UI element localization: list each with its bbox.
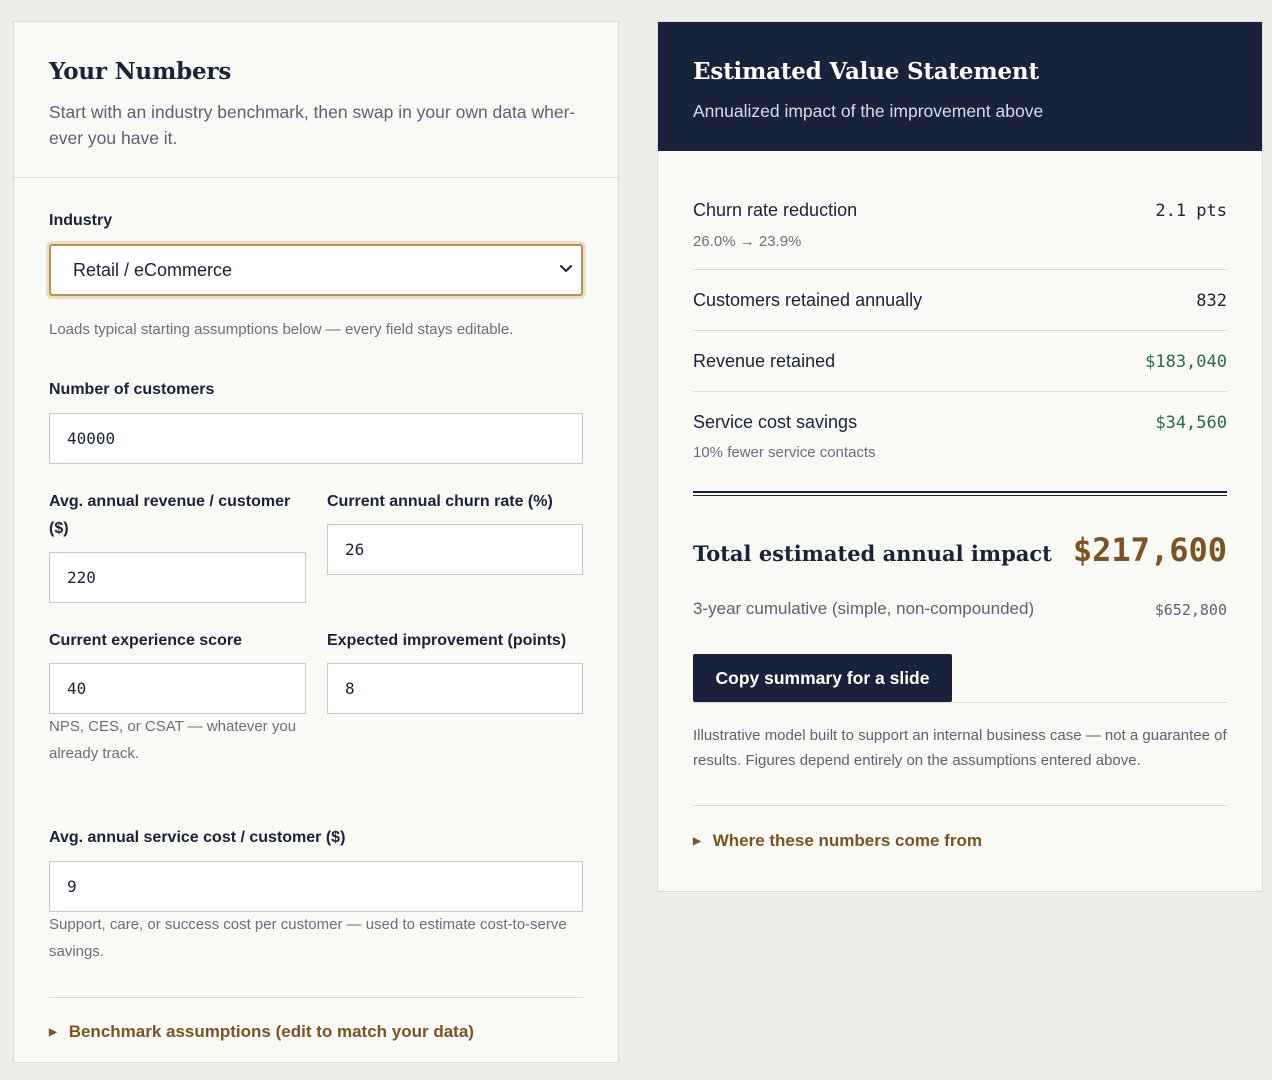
industry-help: Loads typical starting assumptions below…	[49, 321, 514, 338]
cumulative-label: 3-year cumulative (simple, non-compounde…	[693, 599, 1035, 618]
service-cost-help: Support, care, or success cost per custo…	[49, 916, 567, 960]
churn-input[interactable]: 26	[327, 524, 583, 575]
service-cost-input[interactable]: 9	[49, 861, 583, 912]
inputs-panel: Your Numbers Start with an industry benc…	[13, 21, 619, 1063]
button-divider	[693, 702, 1227, 703]
experience-help: NPS, CES, or CSAT — whatever you already…	[49, 718, 297, 762]
revenue-retained-value: $183,040	[1145, 352, 1227, 372]
industry-select[interactable]: Retail / eCommerce	[49, 244, 583, 296]
total-impact-label: Total estimated annual impact	[693, 541, 1052, 566]
service-savings-value: $34,560	[1155, 413, 1227, 433]
triangle-right-icon: ▶	[693, 835, 701, 847]
value-statement-panel: Estimated Value Statement Annualized imp…	[657, 21, 1263, 892]
inputs-divider	[49, 997, 583, 998]
value-statement-header: Estimated Value Statement Annualized imp…	[658, 22, 1262, 151]
churn-reduction-detail: 26.0% → 23.9%	[693, 233, 802, 250]
industry-label: Industry	[49, 212, 113, 229]
row-divider	[693, 391, 1227, 392]
customers-retained-value: 832	[1196, 291, 1227, 311]
industry-select-value: Retail / eCommerce	[73, 259, 233, 280]
sources-toggle-label: Where these numbers come from	[712, 831, 982, 850]
churn-reduction-label: Churn rate reduction	[693, 200, 858, 220]
inputs-subtitle: Start with an industry benchmark, then s…	[49, 102, 576, 148]
churn-reduction-value: 2.1 pts	[1155, 201, 1227, 221]
value-statement-title: Estimated Value Statement	[693, 58, 1039, 85]
row-divider	[693, 330, 1227, 331]
row-divider	[693, 269, 1227, 270]
customers-retained-label: Customers retained annually	[693, 290, 923, 310]
copy-summary-button[interactable]: Copy summary for a slide	[693, 654, 952, 702]
benchmark-assumptions-label: Benchmark assumptions (edit to match you…	[68, 1022, 474, 1041]
chevron-down-icon	[560, 265, 572, 272]
improvement-input[interactable]: 8	[327, 663, 583, 714]
customers-label: Number of customers	[49, 381, 215, 398]
revenue-input[interactable]: 220	[49, 552, 306, 603]
inputs-header: Your Numbers Start with an industry benc…	[14, 22, 618, 178]
churn-label: Current annual churn rate (%)	[327, 493, 553, 510]
improvement-label: Expected improvement (points)	[327, 632, 567, 649]
disclaimer-text: Illustrative model built to support an i…	[693, 727, 1227, 769]
service-savings-label: Service cost savings	[693, 412, 858, 432]
total-impact-value: $217,600	[1072, 531, 1227, 569]
service-savings-detail: 10% fewer service contacts	[693, 444, 876, 461]
service-cost-label: Avg. annual service cost / customer ($)	[49, 829, 346, 846]
inputs-title: Your Numbers	[49, 58, 232, 85]
cumulative-value: $652,800	[1154, 601, 1227, 619]
experience-label: Current experience score	[49, 632, 242, 649]
benchmark-assumptions-toggle[interactable]: ▶ Benchmark assumptions (edit to match y…	[49, 1022, 474, 1042]
customers-input[interactable]: 40000	[49, 413, 583, 464]
total-divider	[693, 491, 1227, 496]
experience-input[interactable]: 40	[49, 663, 306, 714]
revenue-retained-label: Revenue retained	[693, 351, 836, 371]
revenue-label: Avg. annual revenue / customer ($)	[49, 493, 291, 537]
value-statement-subtitle: Annualized impact of the improvement abo…	[693, 101, 1044, 121]
sources-divider	[693, 805, 1227, 806]
sources-toggle[interactable]: ▶ Where these numbers come from	[693, 831, 982, 851]
triangle-right-icon: ▶	[49, 1026, 57, 1038]
